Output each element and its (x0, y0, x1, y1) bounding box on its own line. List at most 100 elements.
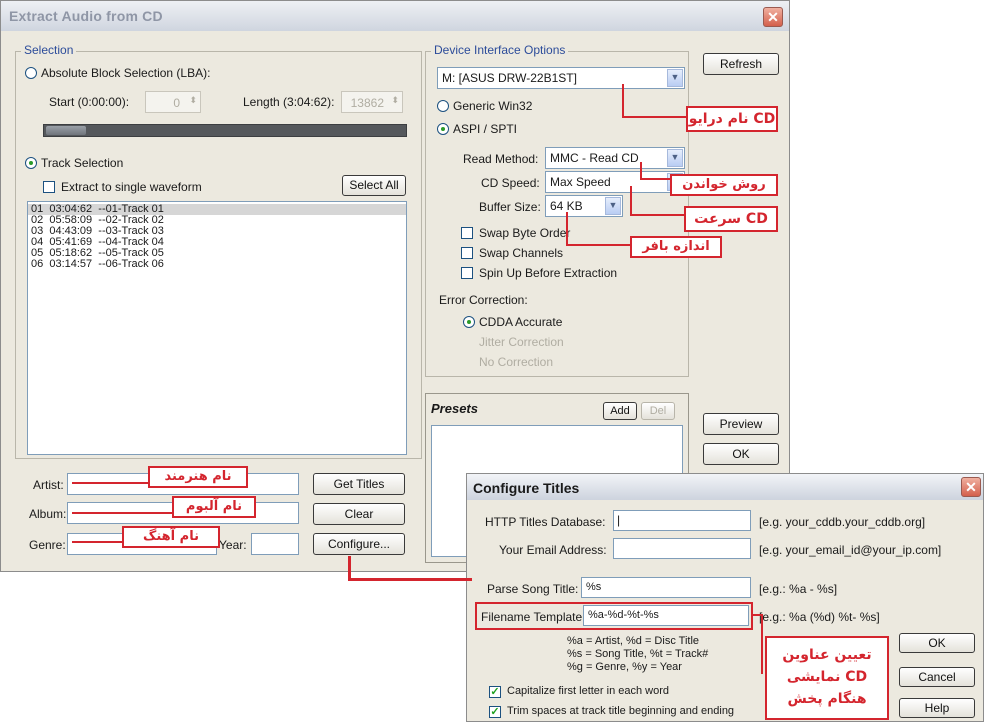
chevron-down-icon[interactable]: ▼ (667, 149, 683, 167)
email-hint: [e.g. your_email_id@your_ip.com] (759, 543, 942, 557)
year-label: Year: (219, 538, 247, 552)
track-row[interactable]: 06 03:14:57 --06-Track 06 (28, 259, 406, 270)
drive-name-callout: نام درایو CD (686, 106, 778, 132)
titles-callout-connector (761, 614, 763, 674)
titles-callout: تعیین عناوین نمایشی CD هنگام پخش (765, 636, 889, 720)
album-connector (72, 512, 174, 514)
window-title: Extract Audio from CD (9, 8, 163, 24)
trim-spaces-label: Trim spaces at track title beginning and… (507, 705, 735, 717)
refresh-button[interactable]: Refresh (703, 53, 779, 75)
buffer-connector (566, 212, 568, 246)
buffer-size-select[interactable]: 64 KB ▼ (545, 195, 623, 217)
capitalize-label: Capitalize first letter in each word (507, 685, 670, 697)
start-label: Start (0:00:00): (49, 95, 130, 109)
presets-label: Presets (431, 401, 478, 416)
read-method-label: Read Method: (463, 152, 539, 166)
device-options-label: Device Interface Options (431, 43, 569, 57)
speed-connector (630, 214, 686, 216)
start-spin-icon[interactable]: ⬍ (189, 95, 197, 106)
chevron-down-icon[interactable]: ▼ (605, 197, 621, 215)
chevron-down-icon[interactable]: ▼ (667, 69, 683, 87)
cd-speed-label: CD Speed: (481, 176, 540, 190)
swap-channels-checkbox[interactable] (461, 247, 473, 259)
jitter-correction-label: Jitter Correction (479, 335, 564, 349)
genre-label: Genre: (29, 538, 66, 552)
filename-hint: [e.g.: %a (%d) %t- %s] (759, 610, 880, 624)
email-label: Your Email Address: (499, 543, 607, 557)
read-method-value: MMC - Read CD (550, 151, 639, 165)
generic-win32-radio[interactable] (437, 100, 449, 112)
drive-select[interactable]: M: [ASUS DRW-22B1ST] ▼ (437, 67, 685, 89)
swap-byte-checkbox[interactable] (461, 227, 473, 239)
no-correction-label: No Correction (479, 355, 554, 369)
configure-button[interactable]: Configure... (313, 533, 405, 555)
configure-connector (348, 556, 351, 580)
genre-connector (72, 541, 124, 543)
get-titles-button[interactable]: Get Titles (313, 473, 405, 495)
track-selection-label: Track Selection (41, 156, 124, 170)
start-value: 0 (173, 96, 180, 110)
length-field[interactable]: 13862 ⬍ (341, 91, 403, 113)
genre-callout: نام آهنگ (122, 526, 220, 548)
cd-speed-value: Max Speed (550, 175, 611, 189)
parse-song-value: %s (586, 581, 602, 593)
cd-speed-select[interactable]: Max Speed ▼ (545, 171, 685, 193)
configure-cancel-button[interactable]: Cancel (899, 667, 975, 687)
artist-connector (72, 482, 150, 484)
configure-help-button[interactable]: Help (899, 698, 975, 718)
swap-channels-label: Swap Channels (479, 246, 564, 260)
track-selection-radio[interactable] (25, 157, 37, 169)
configure-titles-window: Configure Titles ✕ HTTP Titles Database:… (466, 473, 984, 722)
lba-radio[interactable] (25, 67, 37, 79)
parse-song-field[interactable]: %s (581, 577, 751, 598)
configure-connector (348, 578, 472, 581)
cdda-accurate-label: CDDA Accurate (479, 315, 563, 329)
aspi-label: ASPI / SPTI (453, 122, 518, 136)
trim-spaces-checkbox[interactable]: ✓ (489, 706, 501, 718)
title-bar: Extract Audio from CD (1, 1, 789, 31)
titles-callout-line-3: هنگام پخش (787, 691, 867, 707)
close-icon[interactable]: ✕ (763, 7, 783, 27)
read-method-select[interactable]: MMC - Read CD ▼ (545, 147, 685, 169)
swap-byte-label: Swap Byte Order (479, 226, 571, 240)
aspi-radio[interactable] (437, 123, 449, 135)
cd-speed-callout: سرعت CD (684, 206, 778, 232)
cdda-accurate-radio[interactable] (463, 316, 475, 328)
read-method-callout: روش خواندن (670, 174, 778, 196)
configure-ok-button[interactable]: OK (899, 633, 975, 653)
speed-connector (630, 186, 632, 216)
delete-preset-button[interactable]: Del (641, 402, 675, 420)
filename-template-field[interactable]: %a-%d-%t-%s (583, 605, 749, 626)
preview-button[interactable]: Preview (703, 413, 779, 435)
extract-single-label: Extract to single waveform (61, 180, 202, 194)
track-list[interactable]: 01 03:04:62 --01-Track 01 02 05:58:09 --… (27, 201, 407, 455)
configure-close-icon[interactable]: ✕ (961, 477, 981, 497)
email-field[interactable] (613, 538, 751, 559)
slider-thumb[interactable] (46, 126, 86, 135)
capitalize-checkbox[interactable]: ✓ (489, 686, 501, 698)
range-slider[interactable] (43, 124, 407, 137)
selection-group-label: Selection (21, 43, 77, 57)
spin-up-checkbox[interactable] (461, 267, 473, 279)
buffer-size-value: 64 KB (550, 199, 583, 213)
add-preset-button[interactable]: Add (603, 402, 637, 420)
start-field[interactable]: 0 ⬍ (145, 91, 201, 113)
http-database-field[interactable]: | (613, 510, 751, 531)
artist-label: Artist: (33, 478, 64, 492)
filename-template-value: %a-%d-%t-%s (588, 609, 659, 621)
extract-single-checkbox[interactable] (43, 181, 55, 193)
clear-button[interactable]: Clear (313, 503, 405, 525)
lba-label: Absolute Block Selection (LBA): (41, 66, 211, 80)
year-field[interactable] (251, 533, 299, 555)
parse-label: Parse Song Title: (487, 582, 579, 596)
select-all-button[interactable]: Select All (342, 175, 406, 196)
parse-hint: [e.g.: %a - %s] (759, 582, 838, 596)
read-method-connector (640, 178, 672, 180)
ok-button[interactable]: OK (703, 443, 779, 465)
buffer-size-callout: اندازه بافر (630, 236, 722, 258)
filename-label: Filename Template: (481, 610, 586, 624)
length-value: 13862 (350, 96, 384, 110)
buffer-size-label: Buffer Size: (479, 200, 541, 214)
album-callout: نام آلبوم (172, 496, 256, 518)
length-spin-icon[interactable]: ⬍ (391, 95, 399, 106)
